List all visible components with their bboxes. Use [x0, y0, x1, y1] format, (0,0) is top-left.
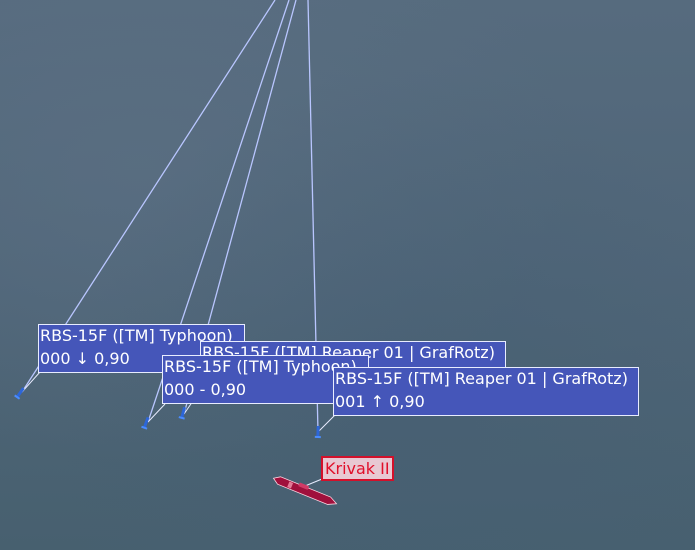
missile-status: 001 ↑ 0,90 — [335, 392, 425, 411]
ocean-view[interactable]: RBS-15F ([TM] Typhoon) 000 ↓ 0,90 RBS-15… — [0, 0, 695, 550]
target-label[interactable]: Krivak II — [321, 456, 394, 481]
missile-icon[interactable] — [314, 425, 321, 439]
missile-name: RBS-15F ([TM] Reaper 01 | GrafRotz) — [335, 369, 628, 388]
missile-label[interactable]: RBS-15F ([TM] Reaper 01 | GrafRotz) 001 … — [333, 367, 639, 416]
